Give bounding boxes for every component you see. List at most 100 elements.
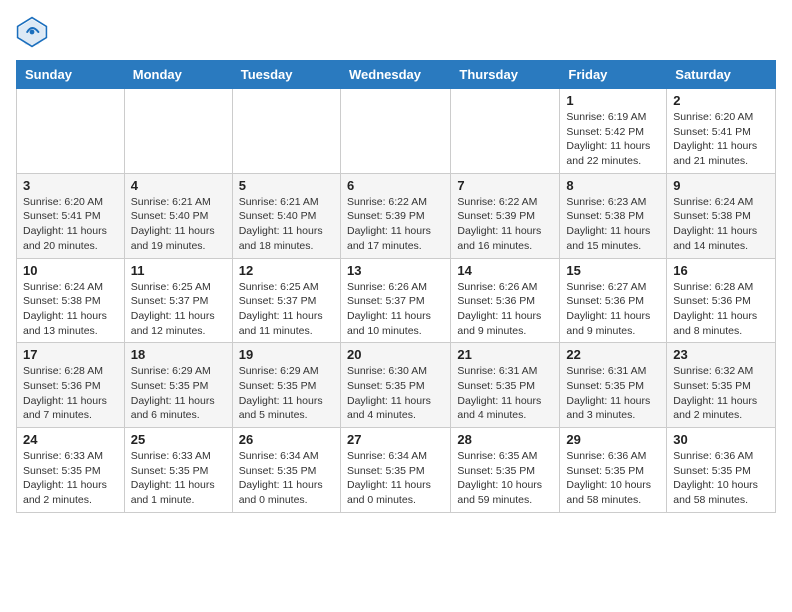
day-number: 19 <box>239 347 334 362</box>
day-info: Sunrise: 6:25 AMSunset: 5:37 PMDaylight:… <box>239 280 334 339</box>
calendar-day-cell: 1 Sunrise: 6:19 AMSunset: 5:42 PMDaylight… <box>560 89 667 174</box>
calendar-day-cell: 17 Sunrise: 6:28 AMSunset: 5:36 PMDayligh… <box>17 343 125 428</box>
logo-icon <box>16 16 48 48</box>
calendar-week-row: 3 Sunrise: 6:20 AMSunset: 5:41 PMDaylight… <box>17 173 776 258</box>
day-info: Sunrise: 6:29 AMSunset: 5:35 PMDaylight:… <box>239 364 334 423</box>
calendar-day-header: Tuesday <box>232 61 340 89</box>
calendar-day-header: Monday <box>124 61 232 89</box>
day-info: Sunrise: 6:22 AMSunset: 5:39 PMDaylight:… <box>457 195 553 254</box>
day-number: 3 <box>23 178 118 193</box>
calendar-day-cell: 27 Sunrise: 6:34 AMSunset: 5:35 PMDayligh… <box>340 428 450 513</box>
calendar-day-cell: 9Sunrise: 6:24 AMSunset: 5:38 PMDaylight… <box>667 173 776 258</box>
calendar-day-header: Saturday <box>667 61 776 89</box>
calendar-day-cell: 6 Sunrise: 6:22 AMSunset: 5:39 PMDaylight… <box>340 173 450 258</box>
calendar-day-header: Friday <box>560 61 667 89</box>
calendar-day-cell: 15 Sunrise: 6:27 AMSunset: 5:36 PMDayligh… <box>560 258 667 343</box>
calendar-day-cell: 28 Sunrise: 6:35 AMSunset: 5:35 PMDayligh… <box>451 428 560 513</box>
calendar-day-cell: 16 Sunrise: 6:28 AMSunset: 5:36 PMDayligh… <box>667 258 776 343</box>
calendar-day-cell <box>124 89 232 174</box>
day-number: 17 <box>23 347 118 362</box>
day-info: Sunrise: 6:20 AMSunset: 5:41 PMDaylight:… <box>673 110 769 169</box>
day-info: Sunrise: 6:28 AMSunset: 5:36 PMDaylight:… <box>673 280 769 339</box>
day-info: Sunrise: 6:24 AMSunset: 5:38 PMDaylight:… <box>23 280 118 339</box>
day-info: Sunrise: 6:24 AMSunset: 5:38 PMDaylight:… <box>673 195 769 254</box>
day-number: 6 <box>347 178 444 193</box>
calendar-day-cell: 14Sunrise: 6:26 AMSunset: 5:36 PMDayligh… <box>451 258 560 343</box>
day-number: 14 <box>457 263 553 278</box>
day-number: 18 <box>131 347 226 362</box>
day-number: 21 <box>457 347 553 362</box>
day-info: Sunrise: 6:36 AMSunset: 5:35 PMDaylight:… <box>566 449 660 508</box>
day-number: 27 <box>347 432 444 447</box>
day-number: 8 <box>566 178 660 193</box>
day-info: Sunrise: 6:34 AMSunset: 5:35 PMDaylight:… <box>239 449 334 508</box>
calendar-day-cell <box>451 89 560 174</box>
calendar-day-cell: 3 Sunrise: 6:20 AMSunset: 5:41 PMDaylight… <box>17 173 125 258</box>
day-number: 4 <box>131 178 226 193</box>
day-info: Sunrise: 6:20 AMSunset: 5:41 PMDaylight:… <box>23 195 118 254</box>
calendar-day-cell: 4 Sunrise: 6:21 AMSunset: 5:40 PMDaylight… <box>124 173 232 258</box>
day-number: 20 <box>347 347 444 362</box>
calendar-day-cell: 22 Sunrise: 6:31 AMSunset: 5:35 PMDayligh… <box>560 343 667 428</box>
calendar-day-cell: 29 Sunrise: 6:36 AMSunset: 5:35 PMDayligh… <box>560 428 667 513</box>
day-info: Sunrise: 6:28 AMSunset: 5:36 PMDaylight:… <box>23 364 118 423</box>
day-number: 13 <box>347 263 444 278</box>
day-info: Sunrise: 6:29 AMSunset: 5:35 PMDaylight:… <box>131 364 226 423</box>
calendar-day-cell <box>340 89 450 174</box>
calendar-day-cell: 24 Sunrise: 6:33 AMSunset: 5:35 PMDayligh… <box>17 428 125 513</box>
calendar-day-cell: 2 Sunrise: 6:20 AMSunset: 5:41 PMDaylight… <box>667 89 776 174</box>
day-info: Sunrise: 6:35 AMSunset: 5:35 PMDaylight:… <box>457 449 553 508</box>
day-info: Sunrise: 6:31 AMSunset: 5:35 PMDaylight:… <box>566 364 660 423</box>
calendar-day-cell: 18 Sunrise: 6:29 AMSunset: 5:35 PMDayligh… <box>124 343 232 428</box>
calendar-table: SundayMondayTuesdayWednesdayThursdayFrid… <box>16 60 776 513</box>
day-info: Sunrise: 6:33 AMSunset: 5:35 PMDaylight:… <box>131 449 226 508</box>
calendar-day-cell: 7 Sunrise: 6:22 AMSunset: 5:39 PMDaylight… <box>451 173 560 258</box>
day-info: Sunrise: 6:36 AMSunset: 5:35 PMDaylight:… <box>673 449 769 508</box>
calendar-week-row: 1 Sunrise: 6:19 AMSunset: 5:42 PMDaylight… <box>17 89 776 174</box>
day-number: 12 <box>239 263 334 278</box>
calendar-day-cell: 11Sunrise: 6:25 AMSunset: 5:37 PMDayligh… <box>124 258 232 343</box>
day-info: Sunrise: 6:27 AMSunset: 5:36 PMDaylight:… <box>566 280 660 339</box>
calendar-day-header: Thursday <box>451 61 560 89</box>
day-info: Sunrise: 6:19 AMSunset: 5:42 PMDaylight:… <box>566 110 660 169</box>
day-info: Sunrise: 6:21 AMSunset: 5:40 PMDaylight:… <box>131 195 226 254</box>
day-info: Sunrise: 6:21 AMSunset: 5:40 PMDaylight:… <box>239 195 334 254</box>
logo <box>16 16 52 48</box>
calendar-week-row: 17 Sunrise: 6:28 AMSunset: 5:36 PMDayligh… <box>17 343 776 428</box>
calendar-day-cell: 19 Sunrise: 6:29 AMSunset: 5:35 PMDayligh… <box>232 343 340 428</box>
calendar-day-cell: 21Sunrise: 6:31 AMSunset: 5:35 PMDayligh… <box>451 343 560 428</box>
calendar-day-cell: 10Sunrise: 6:24 AMSunset: 5:38 PMDayligh… <box>17 258 125 343</box>
day-number: 15 <box>566 263 660 278</box>
day-info: Sunrise: 6:23 AMSunset: 5:38 PMDaylight:… <box>566 195 660 254</box>
day-info: Sunrise: 6:33 AMSunset: 5:35 PMDaylight:… <box>23 449 118 508</box>
day-info: Sunrise: 6:32 AMSunset: 5:35 PMDaylight:… <box>673 364 769 423</box>
calendar-day-header: Wednesday <box>340 61 450 89</box>
day-number: 26 <box>239 432 334 447</box>
day-number: 29 <box>566 432 660 447</box>
calendar-day-cell: 23 Sunrise: 6:32 AMSunset: 5:35 PMDayligh… <box>667 343 776 428</box>
day-info: Sunrise: 6:22 AMSunset: 5:39 PMDaylight:… <box>347 195 444 254</box>
calendar-day-cell <box>232 89 340 174</box>
calendar-week-row: 24 Sunrise: 6:33 AMSunset: 5:35 PMDayligh… <box>17 428 776 513</box>
calendar-day-cell: 26 Sunrise: 6:34 AMSunset: 5:35 PMDayligh… <box>232 428 340 513</box>
calendar-day-cell: 8 Sunrise: 6:23 AMSunset: 5:38 PMDaylight… <box>560 173 667 258</box>
calendar-day-cell: 13 Sunrise: 6:26 AMSunset: 5:37 PMDayligh… <box>340 258 450 343</box>
day-info: Sunrise: 6:30 AMSunset: 5:35 PMDaylight:… <box>347 364 444 423</box>
day-number: 7 <box>457 178 553 193</box>
day-number: 23 <box>673 347 769 362</box>
calendar-day-cell: 25 Sunrise: 6:33 AMSunset: 5:35 PMDayligh… <box>124 428 232 513</box>
calendar-day-cell: 12 Sunrise: 6:25 AMSunset: 5:37 PMDayligh… <box>232 258 340 343</box>
day-number: 1 <box>566 93 660 108</box>
day-number: 25 <box>131 432 226 447</box>
day-number: 28 <box>457 432 553 447</box>
day-number: 16 <box>673 263 769 278</box>
day-number: 2 <box>673 93 769 108</box>
day-info: Sunrise: 6:26 AMSunset: 5:37 PMDaylight:… <box>347 280 444 339</box>
day-info: Sunrise: 6:34 AMSunset: 5:35 PMDaylight:… <box>347 449 444 508</box>
day-number: 30 <box>673 432 769 447</box>
day-number: 11 <box>131 263 226 278</box>
page-header <box>16 16 776 48</box>
day-number: 22 <box>566 347 660 362</box>
calendar-day-cell: 5Sunrise: 6:21 AMSunset: 5:40 PMDaylight… <box>232 173 340 258</box>
day-number: 24 <box>23 432 118 447</box>
